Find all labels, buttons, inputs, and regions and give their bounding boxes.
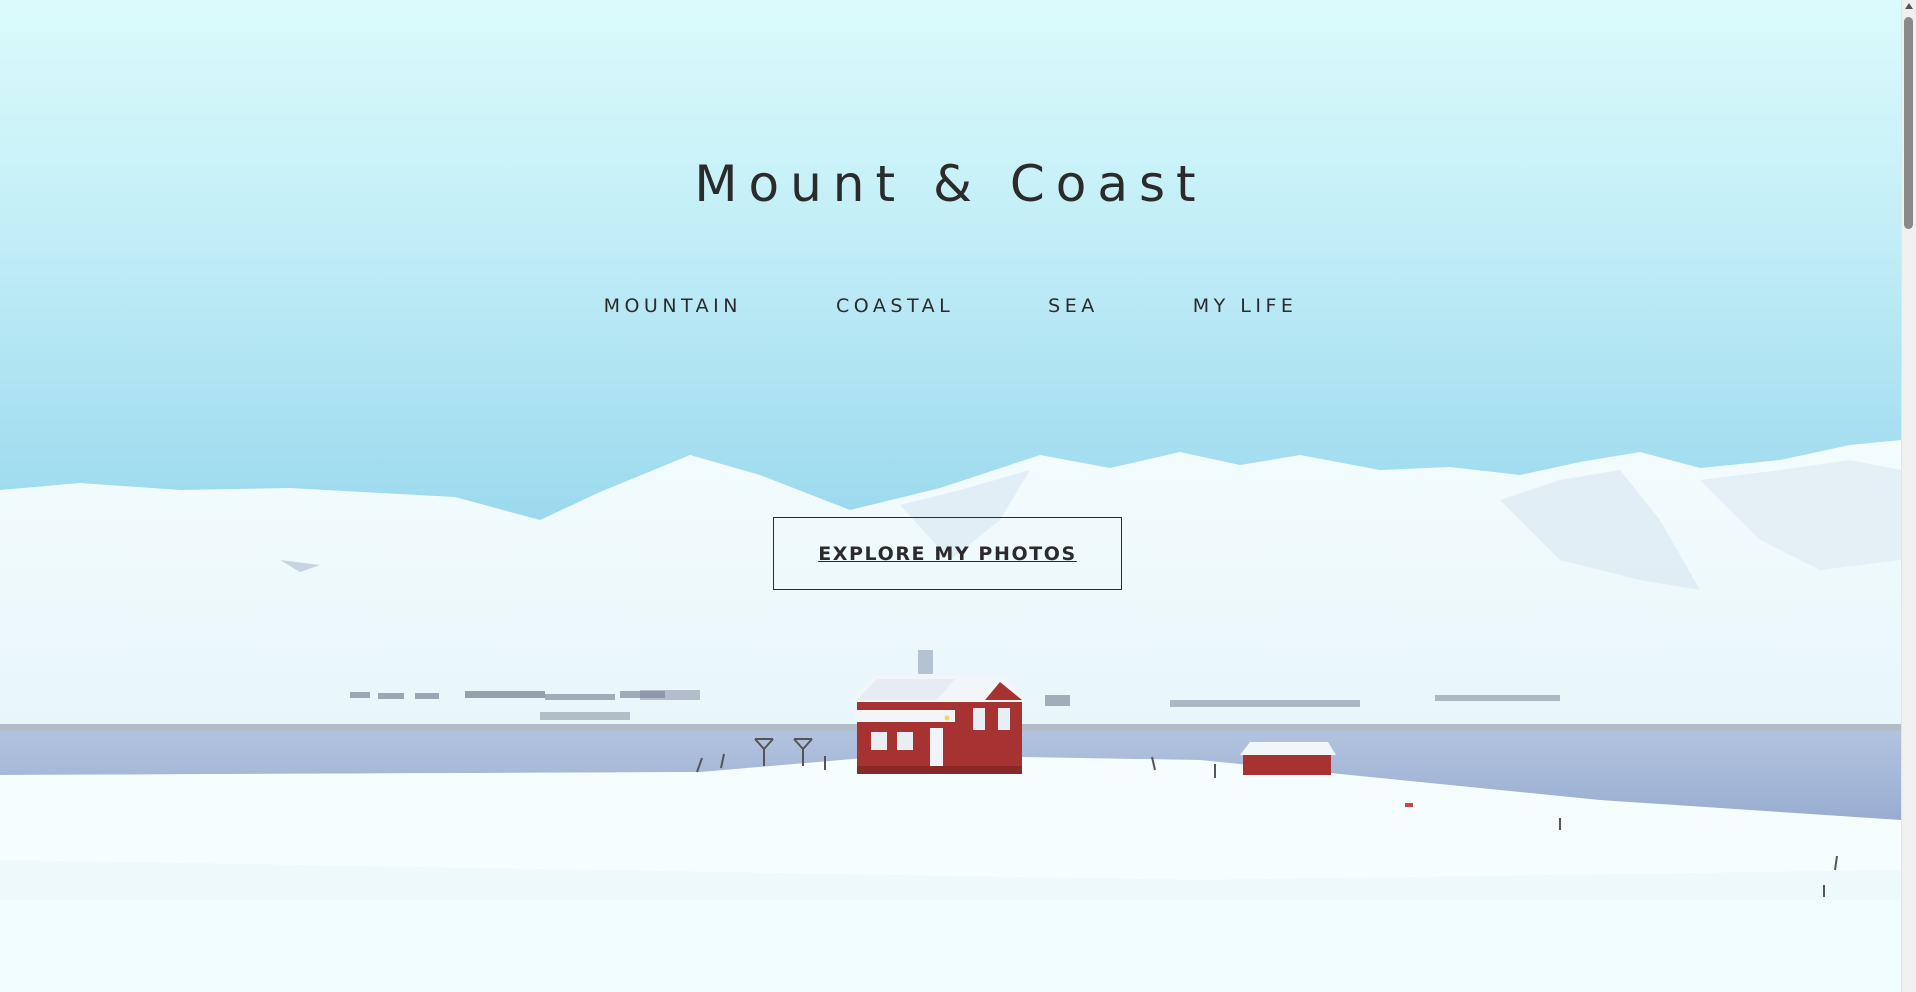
- main-navigation: MOUNTAIN COASTAL SEA MY LIFE: [0, 295, 1901, 317]
- red-shed: [1240, 742, 1336, 775]
- vertical-scrollbar[interactable]: [1901, 0, 1916, 992]
- hero-background-image: [0, 0, 1901, 900]
- scrollbar-thumb[interactable]: [1904, 17, 1913, 229]
- hero-section: Mount & Coast MOUNTAIN COASTAL SEA MY LI…: [0, 0, 1901, 900]
- nav-item-mountain[interactable]: MOUNTAIN: [604, 295, 742, 317]
- below-hero-area: [0, 900, 1901, 992]
- page: Mount & Coast MOUNTAIN COASTAL SEA MY LI…: [0, 0, 1916, 992]
- scroll-up-arrow-icon[interactable]: [1905, 3, 1913, 9]
- explore-photos-button[interactable]: EXPLORE MY PHOTOS: [773, 517, 1122, 590]
- nav-item-sea[interactable]: SEA: [1048, 295, 1099, 317]
- nav-item-my-life[interactable]: MY LIFE: [1193, 295, 1298, 317]
- nav-item-coastal[interactable]: COASTAL: [836, 295, 954, 317]
- main-content: Mount & Coast MOUNTAIN COASTAL SEA MY LI…: [0, 0, 1901, 992]
- site-title[interactable]: Mount & Coast: [0, 155, 1901, 213]
